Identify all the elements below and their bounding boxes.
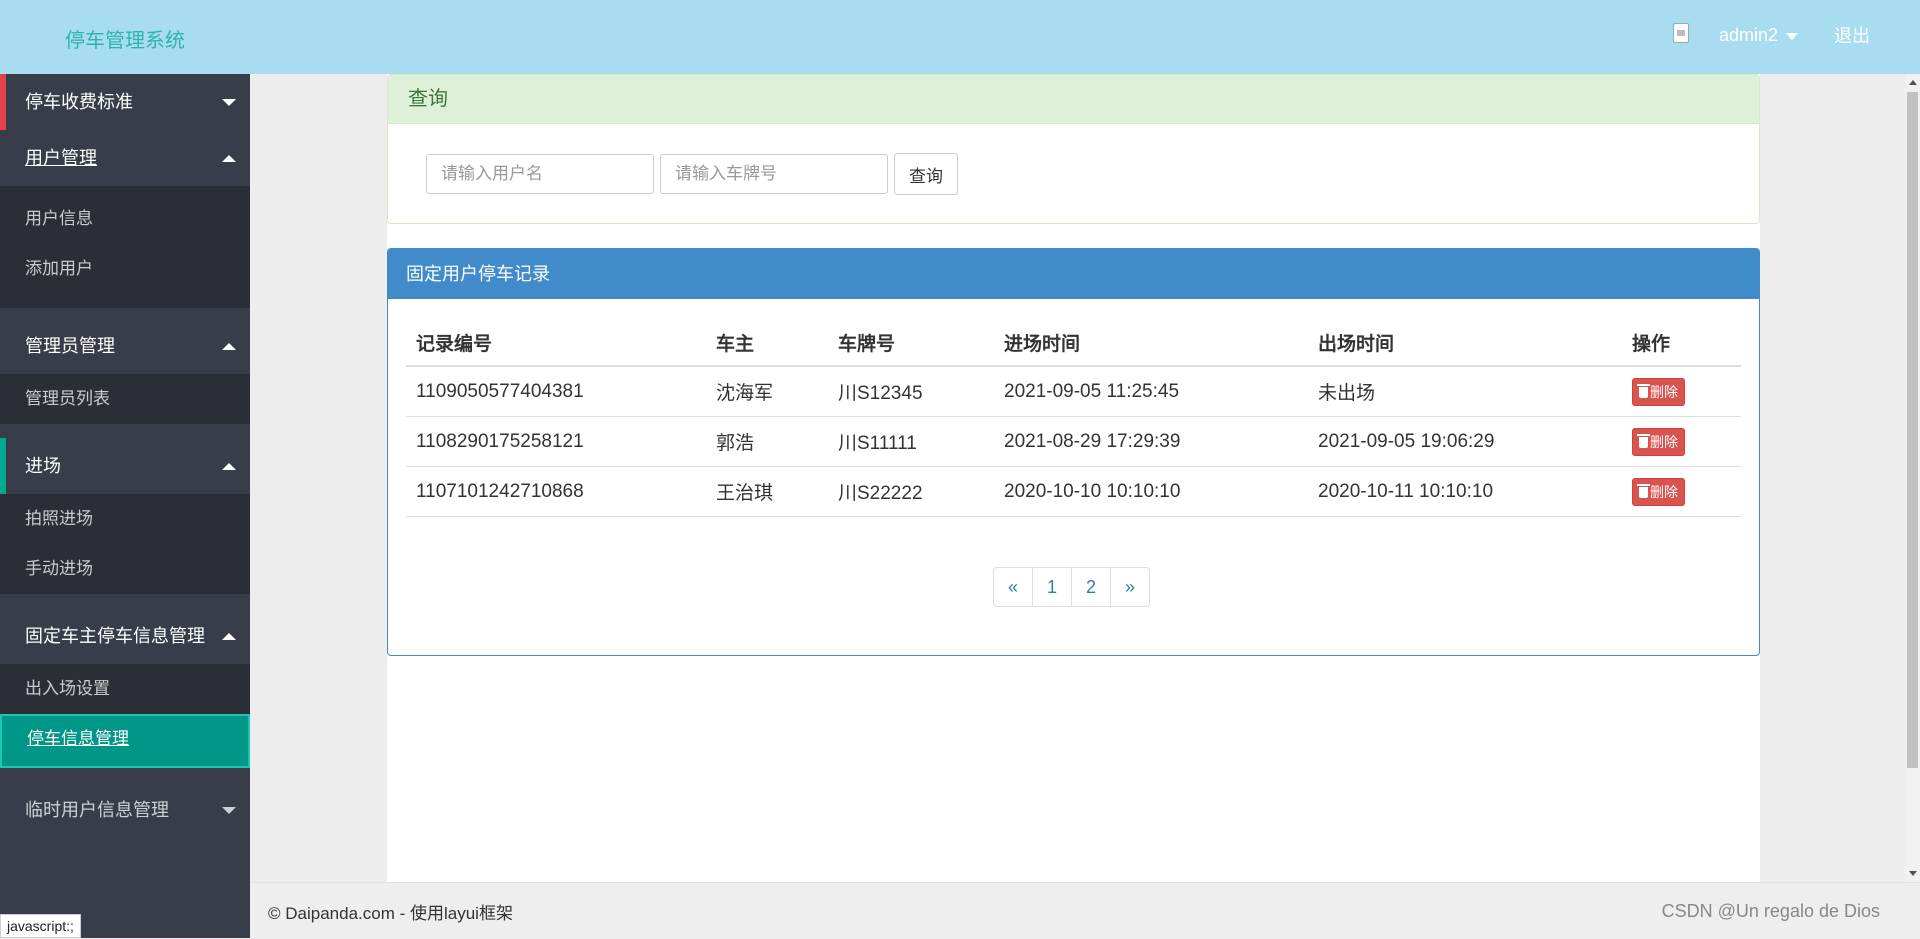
sidebar-group-charge-standard[interactable]: 停车收费标准	[0, 74, 250, 130]
sidebar-item-entry-exit-settings[interactable]: 出入场设置	[0, 664, 250, 714]
page-prev-button[interactable]: «	[993, 567, 1033, 607]
chevron-down-icon	[1786, 32, 1798, 40]
copyright-text: © Daipanda.com - 使用layui框架	[268, 904, 513, 923]
page-next-button[interactable]: »	[1110, 567, 1150, 607]
column-header: 车牌号	[828, 319, 994, 367]
sidebar-group-label: 进场	[25, 456, 61, 476]
record-owner: 王治琪	[706, 466, 828, 517]
accent-bar	[0, 438, 6, 494]
records-table: 记录编号 车主 车牌号 进场时间 出场时间 操作 110905057740438…	[406, 319, 1741, 517]
record-exit-time: 未出场	[1308, 366, 1622, 417]
delete-button[interactable]: 删除	[1632, 377, 1685, 406]
sidebar-group-label: 用户管理	[25, 148, 97, 168]
record-id: 1108290175258121	[406, 416, 706, 467]
table-row: 1107101242710868 王治琪 川S22222 2020-10-10 …	[406, 466, 1741, 517]
record-owner: 沈海军	[706, 366, 828, 417]
sidebar-group-admin-management[interactable]: 管理员管理	[0, 318, 250, 374]
query-panel: 查询 查询	[387, 74, 1760, 224]
table-row: 1109050577404381 沈海军 川S12345 2021-09-05 …	[406, 366, 1741, 417]
plate-input[interactable]	[660, 154, 888, 194]
sidebar-submenu: 拍照进场 手动进场	[0, 494, 250, 594]
record-plate: 川S22222	[828, 466, 994, 517]
sidebar-group-label: 固定车主停车信息管理	[25, 626, 205, 646]
record-owner: 郭浩	[706, 416, 828, 467]
chevron-up-icon	[222, 155, 236, 162]
sidebar-item-parking-info-management[interactable]: 停车信息管理	[0, 714, 250, 768]
sidebar-item-manual-entry[interactable]: 手动进场	[0, 544, 250, 594]
chevron-up-icon	[222, 633, 236, 640]
page-2-button[interactable]: 2	[1071, 567, 1111, 607]
footer: © Daipanda.com - 使用layui框架 CSDN @Un rega…	[250, 882, 1920, 939]
column-header: 出场时间	[1308, 319, 1622, 367]
query-panel-title: 查询	[388, 75, 1759, 124]
records-panel-title: 固定用户停车记录	[388, 249, 1759, 299]
sidebar-group-fixed-owner-parking[interactable]: 固定车主停车信息管理	[0, 608, 250, 664]
column-header: 操作	[1622, 319, 1741, 367]
user-menu[interactable]: admin2	[1719, 25, 1798, 46]
main-content: 查询 查询 固定用户停车记录 记录编号 车主 车牌号 进	[250, 74, 1905, 882]
column-header: 进场时间	[994, 319, 1308, 367]
trash-icon	[1637, 433, 1650, 448]
sidebar-group-label: 临时用户信息管理	[25, 800, 169, 820]
record-exit-time: 2021-09-05 19:06:29	[1308, 416, 1622, 467]
username-label: admin2	[1718, 24, 1778, 45]
user-avatar-icon[interactable]	[1669, 23, 1691, 47]
sidebar-item-admin-list[interactable]: 管理员列表	[0, 374, 250, 424]
query-form: 查询	[426, 153, 958, 195]
trash-icon	[1637, 483, 1650, 498]
sidebar-submenu: 管理员列表	[0, 374, 250, 424]
record-exit-time: 2020-10-11 10:10:10	[1308, 466, 1622, 517]
watermark-text: CSDN @Un regalo de Dios	[1661, 901, 1880, 921]
top-header: 停车管理系统 admin2 退出	[0, 0, 1920, 74]
content-container: 查询 查询 固定用户停车记录 记录编号 车主 车牌号 进	[387, 74, 1760, 882]
record-entry-time: 2021-09-05 11:25:45	[994, 366, 1308, 417]
scroll-up-icon[interactable]	[1909, 80, 1917, 85]
record-id: 1109050577404381	[406, 366, 706, 417]
status-bar-url: javascript:;	[0, 914, 81, 938]
header-right: admin2 退出	[1669, 22, 1870, 48]
delete-button[interactable]: 删除	[1632, 477, 1685, 506]
delete-button[interactable]: 删除	[1632, 427, 1685, 456]
chevron-down-icon	[222, 99, 236, 106]
sidebar-group-label: 管理员管理	[25, 336, 115, 356]
record-plate: 川S11111	[828, 416, 994, 467]
sidebar-group-label: 停车收费标准	[25, 92, 133, 112]
sidebar-group-temp-user-management[interactable]: 临时用户信息管理	[0, 782, 250, 838]
column-header: 车主	[706, 319, 828, 367]
chevron-down-icon	[222, 807, 236, 814]
pagination: « 1 2 »	[993, 567, 1150, 607]
sidebar-group-user-management[interactable]: 用户管理	[0, 130, 250, 186]
column-header: 记录编号	[406, 319, 706, 367]
sidebar-item-photo-entry[interactable]: 拍照进场	[0, 494, 250, 544]
accent-bar	[0, 74, 6, 130]
chevron-up-icon	[222, 343, 236, 350]
sidebar-submenu: 用户信息 添加用户	[0, 186, 250, 308]
username-input[interactable]	[426, 154, 654, 194]
record-entry-time: 2020-10-10 10:10:10	[994, 466, 1308, 517]
scrollbar-thumb[interactable]	[1907, 92, 1918, 768]
page-1-button[interactable]: 1	[1032, 567, 1072, 607]
sidebar: 停车收费标准 用户管理 用户信息 添加用户 管理员管理 管理员列表 进场 拍照进…	[0, 74, 250, 938]
table-header-row: 记录编号 车主 车牌号 进场时间 出场时间 操作	[406, 319, 1741, 367]
sidebar-item-user-info[interactable]: 用户信息	[0, 194, 250, 244]
record-id: 1107101242710868	[406, 466, 706, 517]
sidebar-submenu: 出入场设置 停车信息管理	[0, 664, 250, 768]
vertical-scrollbar[interactable]	[1905, 74, 1920, 882]
sidebar-item-add-user[interactable]: 添加用户	[0, 244, 250, 294]
chevron-up-icon	[222, 463, 236, 470]
trash-icon	[1637, 383, 1650, 398]
logout-link[interactable]: 退出	[1834, 22, 1870, 48]
app-logo[interactable]: 停车管理系统	[65, 24, 185, 53]
scroll-down-icon[interactable]	[1909, 871, 1917, 876]
sidebar-group-entry[interactable]: 进场	[0, 438, 250, 494]
records-panel: 固定用户停车记录 记录编号 车主 车牌号 进场时间 出场时间 操作 110905…	[387, 248, 1760, 656]
table-row: 1108290175258121 郭浩 川S11111 2021-08-29 1…	[406, 416, 1741, 467]
record-entry-time: 2021-08-29 17:29:39	[994, 416, 1308, 467]
record-plate: 川S12345	[828, 366, 994, 417]
query-button[interactable]: 查询	[894, 153, 958, 195]
